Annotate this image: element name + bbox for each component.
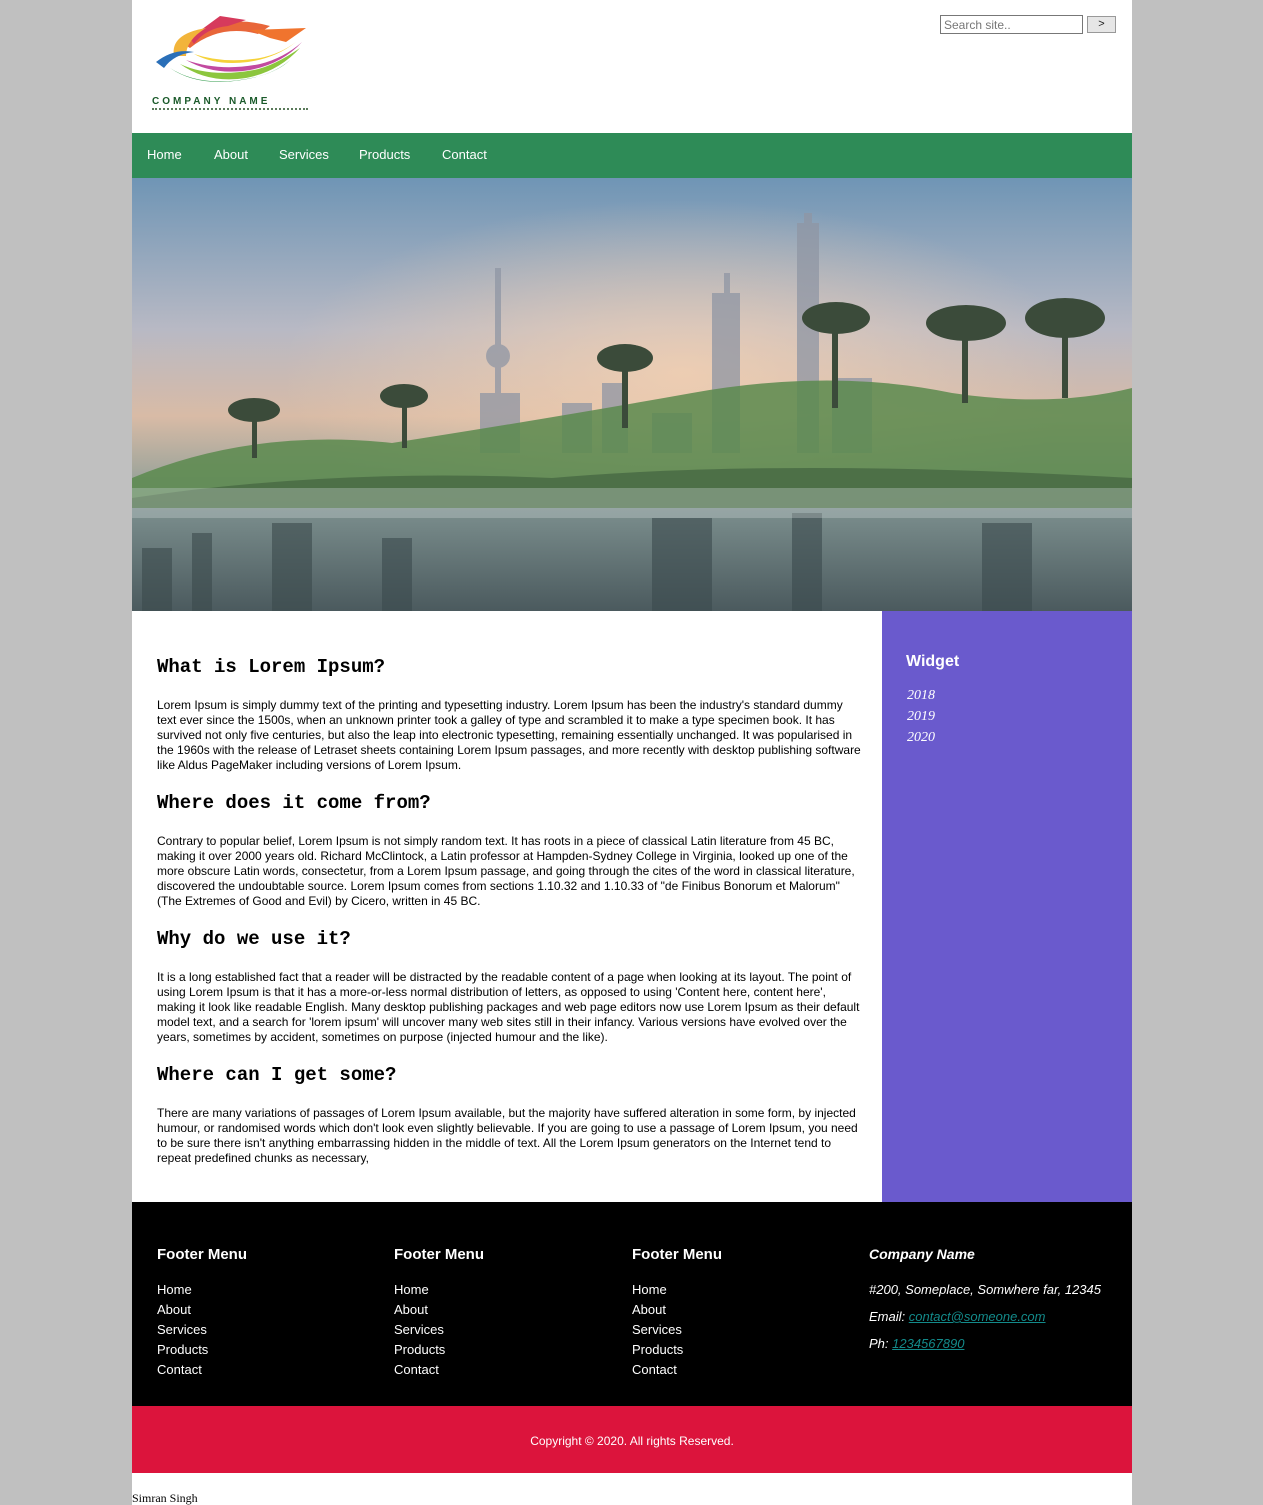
footer-link-products[interactable]: Products xyxy=(157,1342,208,1357)
email-link[interactable]: contact@someone.com xyxy=(909,1309,1046,1324)
nav-item-services[interactable]: Services xyxy=(279,133,329,178)
company-name: Company Name xyxy=(869,1246,975,1262)
footer-link-home[interactable]: Home xyxy=(394,1282,429,1297)
widget-link-2020[interactable]: 2020 xyxy=(907,730,935,746)
footer-link-services[interactable]: Services xyxy=(157,1322,207,1337)
footer-menu-1: Footer Menu Home About Services Products… xyxy=(157,1202,387,1406)
footer-menu-title: Footer Menu xyxy=(157,1246,247,1263)
footer: Footer Menu Home About Services Products… xyxy=(132,1202,1132,1406)
footer-menu-title: Footer Menu xyxy=(394,1246,484,1263)
nav-item-home[interactable]: Home xyxy=(147,133,182,178)
company-email: Email: contact@someone.com xyxy=(869,1309,1046,1324)
footer-link-about[interactable]: About xyxy=(632,1302,666,1317)
logo-swirl-icon xyxy=(156,16,306,82)
footer-link-about[interactable]: About xyxy=(394,1302,428,1317)
footer-link-services[interactable]: Services xyxy=(394,1322,444,1337)
company-phone: Ph: 1234567890 xyxy=(869,1336,964,1351)
nav-item-about[interactable]: About xyxy=(214,133,248,178)
section-body: Lorem Ipsum is simply dummy text of the … xyxy=(157,698,861,772)
page: COMPANY NAME > Home About Services Produ… xyxy=(132,0,1132,1505)
logo-text: COMPANY NAME xyxy=(152,96,271,107)
footer-link-contact[interactable]: Contact xyxy=(157,1362,202,1377)
phone-link[interactable]: 1234567890 xyxy=(892,1336,964,1351)
footer-link-home[interactable]: Home xyxy=(157,1282,192,1297)
widget-link-2018[interactable]: 2018 xyxy=(907,688,935,704)
footer-link-products[interactable]: Products xyxy=(394,1342,445,1357)
footer-link-home[interactable]: Home xyxy=(632,1282,667,1297)
footer-menu-3: Footer Menu Home About Services Products… xyxy=(632,1202,862,1406)
widget-title: Widget xyxy=(906,653,960,670)
section-heading: What is Lorem Ipsum? xyxy=(157,656,386,678)
footer-link-products[interactable]: Products xyxy=(632,1342,683,1357)
author-credit: Simran Singh xyxy=(132,1491,198,1505)
company-address: #200, Someplace, Somwhere far, 12345 xyxy=(869,1282,1101,1297)
hero-image xyxy=(132,178,1132,611)
search-button[interactable]: > xyxy=(1087,16,1116,33)
sidebar-widget: Widget 2018 2019 2020 xyxy=(882,611,1132,1202)
footer-menu-2: Footer Menu Home About Services Products… xyxy=(394,1202,624,1406)
email-label: Email: xyxy=(869,1309,909,1324)
footer-link-contact[interactable]: Contact xyxy=(394,1362,439,1377)
footer-link-contact[interactable]: Contact xyxy=(632,1362,677,1377)
footer-menu-title: Footer Menu xyxy=(632,1246,722,1263)
section-heading: Where does it come from? xyxy=(157,792,431,814)
nav-item-contact[interactable]: Contact xyxy=(442,133,487,178)
footer-company-info: Company Name #200, Someplace, Somwhere f… xyxy=(869,1202,1119,1406)
footer-link-services[interactable]: Services xyxy=(632,1322,682,1337)
company-logo[interactable]: COMPANY NAME xyxy=(150,12,312,112)
section-heading: Why do we use it? xyxy=(157,928,351,950)
footer-link-about[interactable]: About xyxy=(157,1302,191,1317)
logo-tagline-line xyxy=(152,108,308,110)
section-body: Contrary to popular belief, Lorem Ipsum … xyxy=(157,834,855,908)
phone-label: Ph: xyxy=(869,1336,893,1351)
copyright-bar: Copyright © 2020. All rights Reserved. xyxy=(132,1406,1132,1473)
main-content: What is Lorem Ipsum? Lorem Ipsum is simp… xyxy=(132,611,882,1202)
nav-item-products[interactable]: Products xyxy=(359,133,410,178)
copyright-text: Copyright © 2020. All rights Reserved. xyxy=(530,1434,734,1448)
section-body: It is a long established fact that a rea… xyxy=(157,970,860,1044)
search-input[interactable] xyxy=(940,15,1083,34)
section-heading: Where can I get some? xyxy=(157,1064,397,1086)
section-body: There are many variations of passages of… xyxy=(157,1106,858,1165)
main-nav: Home About Services Products Contact xyxy=(132,133,1132,178)
header: COMPANY NAME > xyxy=(132,0,1132,133)
widget-link-2019[interactable]: 2019 xyxy=(907,709,935,725)
